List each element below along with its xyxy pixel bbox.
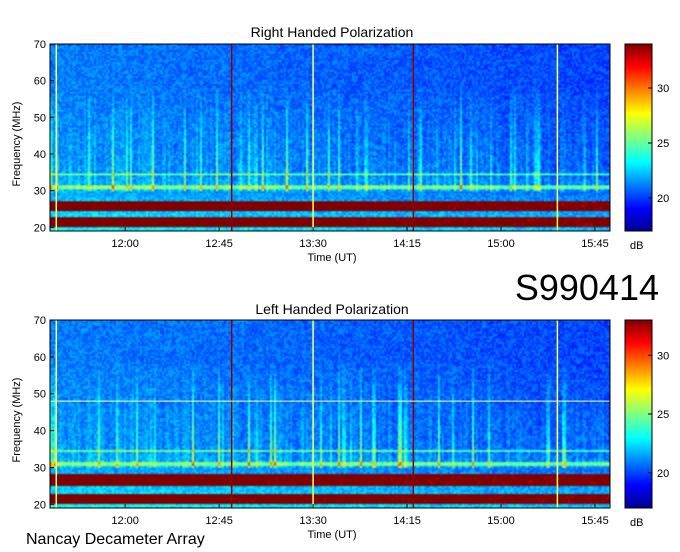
x-axis-label-right: Time (UT) [307, 252, 356, 264]
y-tick-label: 40 [34, 149, 46, 161]
colorbar-label-right: dB [630, 240, 643, 252]
x-tick-label: 12:00 [111, 238, 139, 250]
colorbar-tick-label: 30 [657, 350, 669, 362]
colorbar-tick-label: 25 [657, 409, 669, 421]
y-tick-label: 30 [34, 186, 46, 198]
x-tick-label: 14:15 [393, 515, 421, 527]
colorbar-left [624, 319, 653, 509]
x-tick-label: 15:45 [581, 515, 609, 527]
x-axis-label-left: Time (UT) [307, 529, 356, 541]
colorbar-tick-label: 20 [657, 193, 669, 205]
x-tick-label: 15:00 [487, 515, 515, 527]
y-tick-label: 20 [34, 499, 46, 511]
y-tick-label: 50 [34, 112, 46, 124]
spectrogram-heatmap-right [50, 44, 610, 231]
x-tick-label: 13:30 [299, 238, 327, 250]
chart-title-left: Left Handed Polarization [255, 301, 408, 317]
y-tick-label: 50 [34, 389, 46, 401]
y-tick-label: 60 [34, 352, 46, 364]
y-tick-label: 70 [34, 315, 46, 327]
y-tick-label: 60 [34, 76, 46, 88]
x-tick-label: 13:30 [299, 515, 327, 527]
y-tick-label: 40 [34, 426, 46, 438]
y-axis-label-left: Frequency (MHz) [11, 378, 23, 463]
colorbar-right [624, 43, 653, 232]
chart-title-right: Right Handed Polarization [251, 24, 414, 40]
y-tick-label: 70 [34, 39, 46, 51]
y-tick-label: 20 [34, 222, 46, 234]
colorbar-label-left: dB [630, 517, 643, 529]
colorbar-tick-label: 25 [657, 138, 669, 150]
spectrogram-heatmap-left [50, 320, 610, 508]
y-tick-label: 30 [34, 462, 46, 474]
x-tick-label: 12:45 [205, 515, 233, 527]
x-tick-label: 12:00 [111, 515, 139, 527]
y-axis-label-right: Frequency (MHz) [11, 102, 23, 187]
x-tick-label: 15:45 [581, 238, 609, 250]
panel-left-polarization: Left Handed Polarization Frequency (MHz)… [11, 301, 669, 541]
panel-right-polarization: Right Handed Polarization Frequency (MHz… [11, 24, 669, 264]
event-id-label: S990414 [515, 267, 659, 308]
colorbar-tick-label: 20 [657, 468, 669, 480]
x-tick-label: 15:00 [487, 238, 515, 250]
footer-label: Nancay Decameter Array [26, 531, 205, 548]
x-tick-label: 14:15 [393, 238, 421, 250]
x-tick-label: 12:45 [205, 238, 233, 250]
colorbar-tick-label: 30 [657, 83, 669, 95]
spectrogram-figure: Right Handed Polarization Frequency (MHz… [11, 24, 669, 548]
